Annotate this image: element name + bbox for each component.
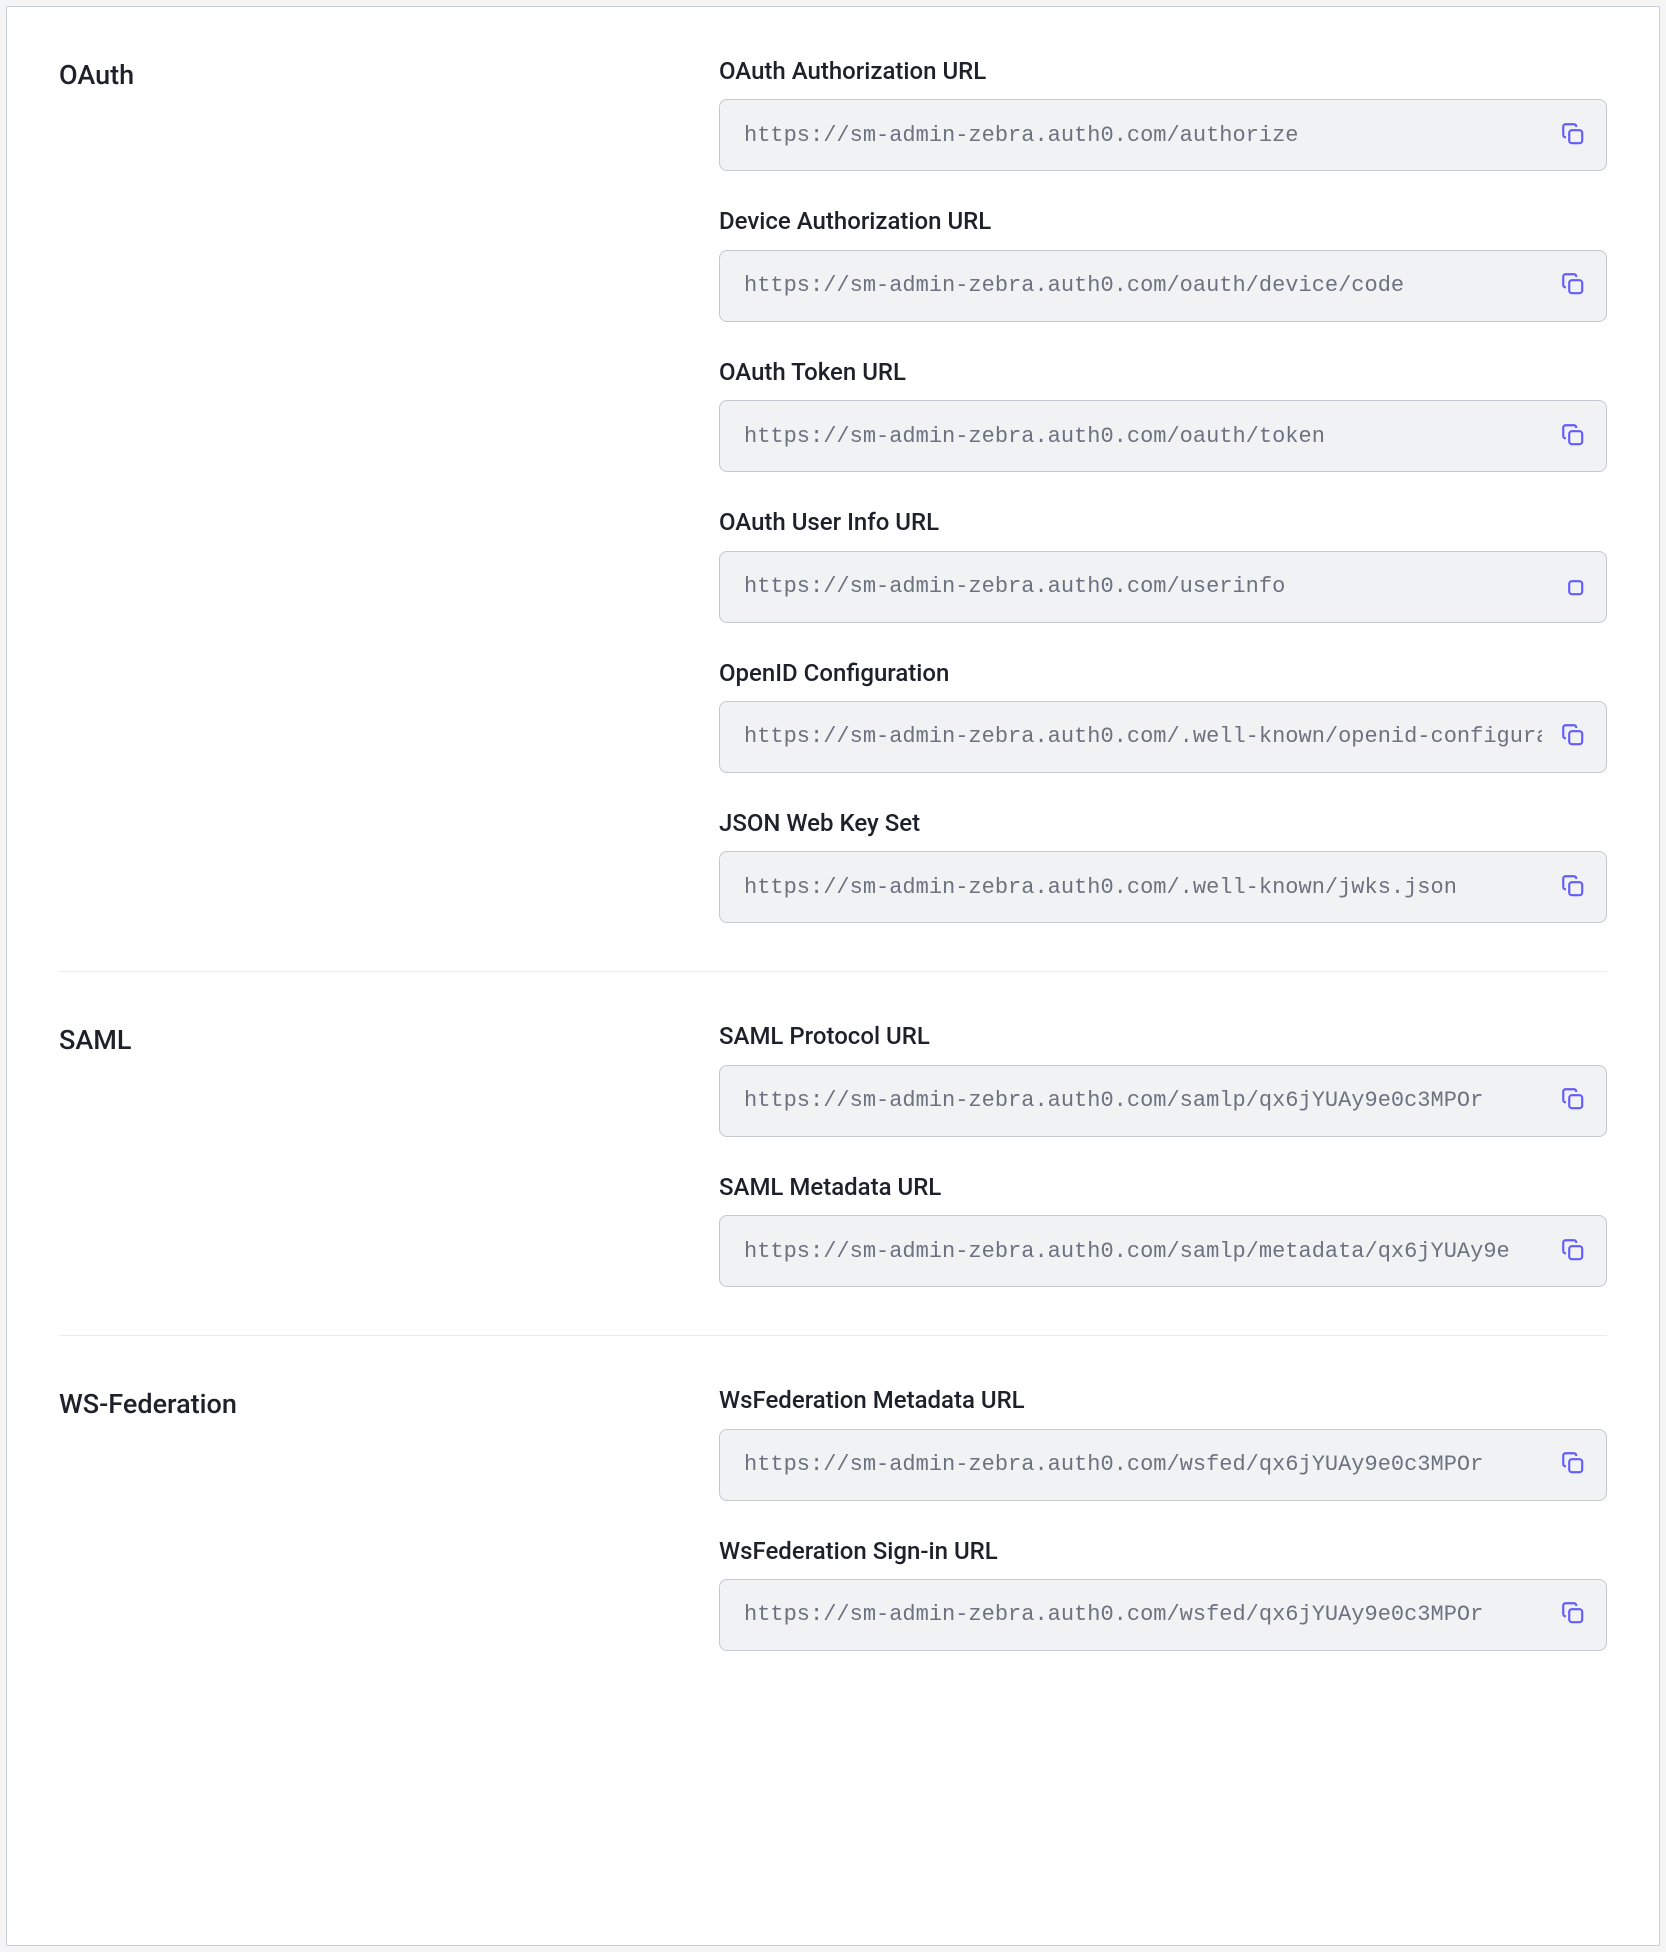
field-saml-metadata-url: SAML Metadata URL — [719, 1171, 1607, 1287]
field-value[interactable] — [744, 574, 1542, 599]
fields-saml: SAML Protocol URL SAML Metadata URL — [719, 1020, 1607, 1287]
field-label: OpenID Configuration — [719, 657, 1607, 689]
copy-button[interactable] — [1558, 1600, 1588, 1630]
copy-button[interactable] — [1558, 271, 1588, 301]
copy-icon — [1560, 1237, 1586, 1266]
field-wsfed-metadata-url: WsFederation Metadata URL — [719, 1384, 1607, 1500]
section-title-oauth: OAuth — [59, 55, 719, 95]
readonly-input — [719, 250, 1607, 322]
copy-button[interactable] — [1558, 722, 1588, 752]
section-wsfed: WS-Federation WsFederation Metadata URL — [59, 1384, 1607, 1699]
copy-icon — [1560, 572, 1586, 601]
readonly-input — [719, 99, 1607, 171]
field-value[interactable] — [744, 724, 1542, 749]
section-saml: SAML SAML Protocol URL SAML Metadata — [59, 1020, 1607, 1335]
field-value[interactable] — [744, 1239, 1542, 1264]
field-label: SAML Protocol URL — [719, 1020, 1607, 1052]
field-label: OAuth Authorization URL — [719, 55, 1607, 87]
field-label: SAML Metadata URL — [719, 1171, 1607, 1203]
field-value[interactable] — [744, 1088, 1542, 1113]
field-value[interactable] — [744, 1602, 1542, 1627]
field-device-authorization-url: Device Authorization URL — [719, 205, 1607, 321]
copy-icon — [1560, 722, 1586, 751]
fields-wsfed: WsFederation Metadata URL WsFederation S… — [719, 1384, 1607, 1651]
field-label: OAuth Token URL — [719, 356, 1607, 388]
copy-button[interactable] — [1558, 1236, 1588, 1266]
section-title-wsfed: WS-Federation — [59, 1384, 719, 1424]
field-value[interactable] — [744, 424, 1542, 449]
copy-icon — [1560, 271, 1586, 300]
copy-button[interactable] — [1558, 572, 1588, 602]
field-oauth-token-url: OAuth Token URL — [719, 356, 1607, 472]
copy-icon — [1560, 422, 1586, 451]
field-json-web-key-set: JSON Web Key Set — [719, 807, 1607, 923]
field-oauth-authorization-url: OAuth Authorization URL — [719, 55, 1607, 171]
field-wsfed-signin-url: WsFederation Sign-in URL — [719, 1535, 1607, 1651]
readonly-input — [719, 851, 1607, 923]
readonly-input — [719, 701, 1607, 773]
copy-button[interactable] — [1558, 421, 1588, 451]
field-value[interactable] — [744, 123, 1542, 148]
copy-icon — [1560, 873, 1586, 902]
field-label: JSON Web Key Set — [719, 807, 1607, 839]
field-label: OAuth User Info URL — [719, 506, 1607, 538]
section-divider — [59, 1335, 1607, 1336]
readonly-input — [719, 551, 1607, 623]
copy-button[interactable] — [1558, 1086, 1588, 1116]
section-title-saml: SAML — [59, 1020, 719, 1060]
readonly-input — [719, 1215, 1607, 1287]
settings-card: OAuth OAuth Authorization URL Device — [6, 6, 1660, 1946]
copy-button[interactable] — [1558, 120, 1588, 150]
field-label: Device Authorization URL — [719, 205, 1607, 237]
field-label: WsFederation Sign-in URL — [719, 1535, 1607, 1567]
field-value[interactable] — [744, 273, 1542, 298]
copy-icon — [1560, 1600, 1586, 1629]
copy-button[interactable] — [1558, 1450, 1588, 1480]
field-oauth-user-info-url: OAuth User Info URL — [719, 506, 1607, 622]
section-divider — [59, 971, 1607, 972]
field-value[interactable] — [744, 1452, 1542, 1477]
field-value[interactable] — [744, 875, 1542, 900]
readonly-input — [719, 1429, 1607, 1501]
field-saml-protocol-url: SAML Protocol URL — [719, 1020, 1607, 1136]
section-oauth: OAuth OAuth Authorization URL Device — [59, 55, 1607, 971]
readonly-input — [719, 400, 1607, 472]
readonly-input — [719, 1579, 1607, 1651]
field-openid-configuration: OpenID Configuration — [719, 657, 1607, 773]
field-label: WsFederation Metadata URL — [719, 1384, 1607, 1416]
fields-oauth: OAuth Authorization URL Device Authoriza… — [719, 55, 1607, 923]
copy-button[interactable] — [1558, 872, 1588, 902]
copy-icon — [1560, 1450, 1586, 1479]
copy-icon — [1560, 121, 1586, 150]
copy-icon — [1560, 1086, 1586, 1115]
readonly-input — [719, 1065, 1607, 1137]
